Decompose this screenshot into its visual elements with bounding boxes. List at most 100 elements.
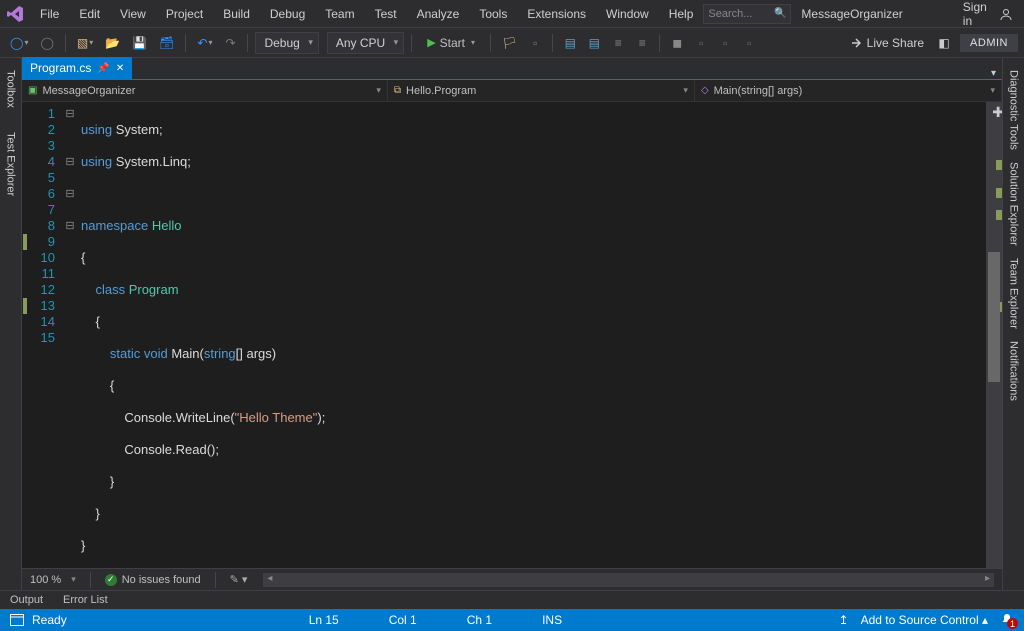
menu-analyze[interactable]: Analyze [407,3,470,25]
toolbar-separator [247,34,248,52]
toolbar-button[interactable]: ≡ [608,32,628,54]
status-ins[interactable]: INS [542,613,562,627]
configuration-combo[interactable]: Debug [255,32,318,54]
vertical-scrollbar[interactable]: ✚ [986,102,1002,568]
rail-tab-toolbox[interactable]: Toolbox [3,64,19,114]
menu-tools[interactable]: Tools [469,3,517,25]
chevron-down-icon[interactable]: ▾ [71,574,76,585]
save-all-button[interactable]: 🗃 [155,32,178,54]
solution-name-label: MessageOrganizer [801,7,902,21]
ok-check-icon: ✓ [105,574,117,586]
menu-test[interactable]: Test [365,3,407,25]
rail-tab-test-explorer[interactable]: Test Explorer [3,126,19,202]
class-icon: ⧉ [394,85,401,96]
overview-marker [996,160,1002,170]
nav-project-combo[interactable]: ▣ MessageOrganizer [22,80,388,101]
menu-view[interactable]: View [110,3,156,25]
nav-forward-button[interactable]: ◯ [36,32,57,54]
scrollbar-thumb[interactable] [988,252,1000,382]
menu-extensions[interactable]: Extensions [517,3,596,25]
rail-tab-notifications[interactable]: Notifications [1006,335,1022,407]
quick-launch-search[interactable]: Search... 🔍 [703,4,791,24]
live-share-icon [847,36,861,50]
overview-marker [996,210,1002,220]
toolbar-button[interactable]: ▫ [525,32,545,54]
publish-icon[interactable]: ↥ [839,613,849,627]
horizontal-scrollbar[interactable]: ◂ ▸ [263,573,994,587]
panel-tab-error-list[interactable]: Error List [59,592,112,608]
undo-button[interactable]: ↶▾ [193,32,216,54]
new-project-button[interactable]: ▧▾ [73,32,97,54]
admin-badge: ADMIN [960,34,1018,52]
status-bar: Ready Ln 15 Col 1 Ch 1 INS ↥ Add to Sour… [0,609,1024,631]
toolbar-button[interactable]: ▫ [691,32,711,54]
chevron-left-icon[interactable]: ◂ [267,573,272,584]
document-tabs-overflow[interactable]: ▾ [991,68,1002,79]
menu-build[interactable]: Build [213,3,260,25]
toolbar-separator [659,34,660,52]
toolbar-button[interactable]: ≡ [632,32,652,54]
feedback-button[interactable]: ◧ [934,32,954,54]
rail-tab-diagnostic-tools[interactable]: Diagnostic Tools [1006,64,1022,156]
notifications-button[interactable]: 1 [1000,613,1014,627]
toolbar-button[interactable]: ◼ [667,32,687,54]
status-col[interactable]: Col 1 [389,613,417,627]
close-icon[interactable]: ✕ [116,63,124,74]
live-share-button[interactable]: Live Share [847,36,924,50]
status-ch[interactable]: Ch 1 [467,613,492,627]
issues-label: No issues found [122,574,201,586]
code-text[interactable]: using System; using System.Linq; namespa… [77,102,986,568]
toolbar-button[interactable]: 🏳 [498,32,521,54]
nav-member-label: Main(string[] args) [714,85,803,97]
toolbar-separator [411,34,412,52]
search-icon: 🔍 [774,8,786,19]
menu-debug[interactable]: Debug [260,3,315,25]
start-debug-button[interactable]: ▶ Start ▾ [419,32,483,54]
menu-team[interactable]: Team [315,3,364,25]
status-ready: Ready [32,613,67,627]
menu-help[interactable]: Help [659,3,704,25]
status-line[interactable]: Ln 15 [309,613,339,627]
save-button[interactable]: 💾 [128,32,151,54]
chevron-right-icon[interactable]: ▸ [985,573,990,584]
redo-button[interactable]: ↷ [220,32,240,54]
code-editor[interactable]: 123 456 789 101112 131415 ⊟ ⊟ ⊟ ⊟ using … [22,102,1002,568]
rail-tab-solution-explorer[interactable]: Solution Explorer [1006,156,1022,252]
nav-member-combo[interactable]: ◇ Main(string[] args) [695,80,1002,101]
open-file-button[interactable]: 📂 [101,32,124,54]
menu-window[interactable]: Window [596,3,659,25]
toolbar-button[interactable]: ▫ [739,32,759,54]
line-number-gutter: 123 456 789 101112 131415 [28,102,63,568]
menu-file[interactable]: File [30,3,69,25]
zoom-level[interactable]: 100 % [30,574,61,586]
toolbar-button[interactable]: ▫ [715,32,735,54]
left-tool-rail: Toolbox Test Explorer [0,58,22,590]
document-tab-program[interactable]: Program.cs 📌 ✕ [22,57,132,79]
status-window-icon[interactable] [10,614,24,626]
editor-footer: 100 % ▾ ✓ No issues found ✎ ▾ ◂ ▸ [22,568,1002,590]
split-icon[interactable]: ✚ [992,104,1002,121]
toolbar-button[interactable]: ▤ [560,32,580,54]
issues-indicator[interactable]: ✓ No issues found [105,574,201,586]
method-icon: ◇ [701,85,709,96]
notification-count-badge: 1 [1007,618,1018,629]
vs-logo-icon [6,3,24,25]
toolbar-separator [552,34,553,52]
platform-combo[interactable]: Any CPU [327,32,404,54]
menu-project[interactable]: Project [156,3,213,25]
bottom-panel-tabs: Output Error List [0,590,1024,609]
sign-in-button[interactable]: Sign in [963,0,1013,28]
pin-icon[interactable]: 📌 [97,63,109,74]
folding-column[interactable]: ⊟ ⊟ ⊟ ⊟ [63,102,77,568]
panel-tab-output[interactable]: Output [6,592,47,608]
overview-marker [996,188,1002,198]
toolbar-button[interactable]: ▤ [584,32,604,54]
source-control-button[interactable]: Add to Source Control ▴ [861,613,988,627]
nav-back-button[interactable]: ◯▾ [6,32,32,54]
nav-class-combo[interactable]: ⧉ Hello.Program [388,80,695,101]
nav-project-label: MessageOrganizer [42,85,135,97]
rail-tab-team-explorer[interactable]: Team Explorer [1006,252,1022,335]
edit-icon[interactable]: ✎ ▾ [230,573,248,586]
separator [215,572,216,588]
menu-edit[interactable]: Edit [69,3,110,25]
